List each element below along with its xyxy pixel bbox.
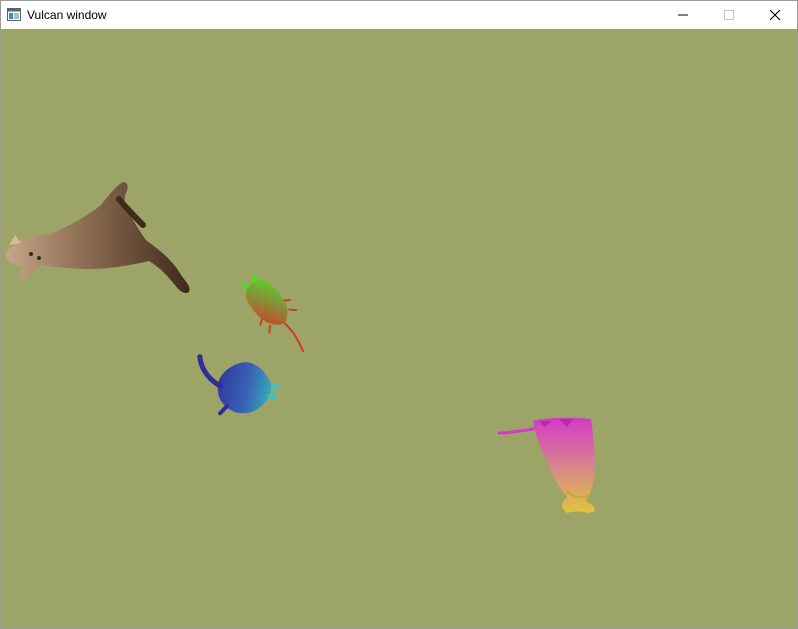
app-window: Vulcan window [0,0,798,629]
minimize-button[interactable] [660,1,706,29]
close-button[interactable] [752,1,798,29]
scene-background [1,29,797,628]
window-app-icon[interactable] [7,8,21,21]
window-title: Vulcan window [27,8,107,22]
maximize-button[interactable] [706,1,752,29]
render-surface[interactable] [1,29,797,628]
close-icon [769,9,781,21]
maximize-icon [724,10,734,20]
title-bar[interactable]: Vulcan window [1,1,797,29]
minimize-icon [678,14,688,16]
